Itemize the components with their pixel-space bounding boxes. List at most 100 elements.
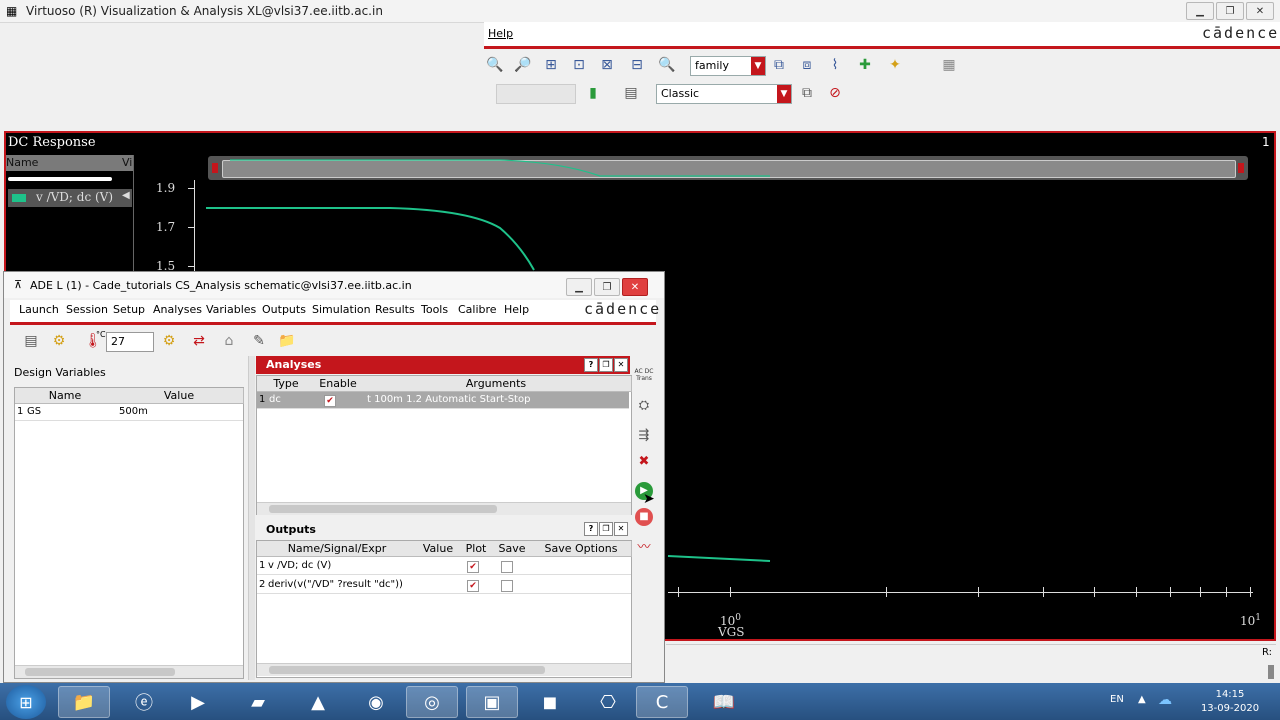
analysis-enable-checkbox[interactable]: ✔ <box>324 395 336 407</box>
design-variables-label: Design Variables <box>14 366 106 379</box>
menu-outputs[interactable]: Outputs <box>262 303 306 316</box>
edit-icon[interactable]: ✎ <box>248 330 270 352</box>
ade-menu-bar: Launch Session Setup Analyses Variables … <box>10 300 659 325</box>
analyses-hscroll[interactable] <box>257 502 631 515</box>
out-col-name: Name/Signal/Expr <box>257 541 418 557</box>
table-row[interactable]: 1 dc ✔ t 100m 1.2 Automatic Start-Stop <box>257 392 629 409</box>
stop-simulation-icon[interactable]: ■ <box>633 506 655 528</box>
dv-hscroll-thumb[interactable] <box>25 668 175 676</box>
ade-title-bar: ⊼ ADE L (1) - Cade_tutorials CS_Analysis… <box>4 272 664 298</box>
menu-session[interactable]: Session <box>66 303 108 316</box>
outputs-hscroll-thumb[interactable] <box>269 666 545 674</box>
x-tick <box>730 587 731 597</box>
outputs-hscroll[interactable] <box>257 663 631 676</box>
open-folder-icon[interactable]: 📁 <box>276 330 298 352</box>
out-col-save-options: Save Options <box>531 541 632 557</box>
close-icon[interactable]: ✕ <box>614 358 628 372</box>
temperature-input[interactable]: 27 <box>106 332 154 352</box>
table-row[interactable]: 1 v /VD; dc (V) ✔ <box>257 558 631 575</box>
analyses-table: Type Enable Arguments 1 dc ✔ t 100m 1.2 … <box>256 375 632 515</box>
choose-simulator-icon[interactable]: ⇄ <box>188 330 210 352</box>
output-plot-checkbox[interactable]: ✔ <box>467 580 479 592</box>
trace-line-lower <box>667 555 771 562</box>
row-index: 1 <box>17 406 24 417</box>
row-index: 2 <box>259 579 266 590</box>
x-tick <box>1200 587 1201 597</box>
menu-setup[interactable]: Setup <box>113 303 145 316</box>
tray-clock[interactable]: 14:15 13-09-2020 <box>1200 688 1260 716</box>
session-icon[interactable]: ▤ <box>20 330 42 352</box>
taskbar-book-icon[interactable]: 📖 <box>698 686 750 718</box>
start-button[interactable]: ⊞ <box>6 685 46 719</box>
taskbar-matlab-icon[interactable]: ▲ <box>292 686 344 718</box>
x-tick <box>678 587 679 597</box>
x-tick <box>1136 587 1137 597</box>
model-library-icon[interactable]: ⚙ <box>158 330 180 352</box>
menu-calibre[interactable]: Calibre <box>458 303 497 316</box>
taskbar-chrome-icon[interactable]: ◎ <box>406 686 458 718</box>
an-col-enable: Enable <box>315 376 362 392</box>
save-state-icon[interactable]: ⌂ <box>218 330 240 352</box>
output-save-checkbox[interactable] <box>501 580 513 592</box>
setup-outputs-icon[interactable]: ⇶ <box>633 424 655 446</box>
dv-hscroll[interactable] <box>15 665 243 678</box>
x-tick <box>978 587 979 597</box>
taskbar-ie-icon[interactable]: ⓔ <box>118 686 170 718</box>
dv-col-value: Value <box>115 388 244 404</box>
taskbar-cadence-icon[interactable]: C <box>636 686 688 718</box>
ade-close-button[interactable]: ✕ <box>622 278 648 296</box>
onedrive-icon[interactable]: ☁ <box>1158 692 1172 708</box>
taskbar-media-player-icon[interactable]: ▶ <box>172 686 224 718</box>
close-icon[interactable]: ✕ <box>614 522 628 536</box>
out-col-plot: Plot <box>459 541 494 557</box>
temperature-value: 27 <box>111 335 125 348</box>
plot-outputs-icon[interactable]: 〰 <box>633 534 655 556</box>
analyses-hscroll-thumb[interactable] <box>269 505 497 513</box>
x-axis <box>668 592 1253 593</box>
menu-help[interactable]: Help <box>504 303 529 316</box>
table-row[interactable]: 2 deriv(v("/VD" ?result "dc")) ✔ <box>257 577 631 594</box>
tray-language[interactable]: EN <box>1110 694 1124 705</box>
float-icon[interactable]: ❐ <box>599 358 613 372</box>
output-name-cell: v /VD; dc (V) <box>268 560 332 571</box>
viz-status-bar: R: <box>666 644 1276 663</box>
choose-analyses-label: AC DC Trans <box>634 368 654 382</box>
table-row[interactable]: 1 GS 500m <box>15 404 243 421</box>
menu-results[interactable]: Results <box>375 303 415 316</box>
out-col-save: Save <box>493 541 532 557</box>
trace-line-upper <box>206 207 535 271</box>
output-save-checkbox[interactable] <box>501 561 513 573</box>
viz-vertical-scroll[interactable] <box>1268 665 1274 679</box>
taskbar-notes-icon[interactable]: ▰ <box>232 686 284 718</box>
design-variables-table: Name Value 1 GS 500m <box>14 387 244 679</box>
output-plot-checkbox[interactable]: ✔ <box>467 561 479 573</box>
dv-name-cell: GS <box>27 406 42 417</box>
load-state-icon[interactable]: ⚙ <box>48 330 70 352</box>
menu-analyses[interactable]: Analyses <box>153 303 202 316</box>
ade-cadence-logo: cādence <box>584 300 662 318</box>
help-icon[interactable]: ? <box>584 522 598 536</box>
mouse-cursor-icon: ➤ <box>643 491 655 507</box>
edit-variables-icon[interactable]: ⛭ <box>633 394 655 416</box>
taskbar-acrobat-icon[interactable]: ⎔ <box>582 686 634 718</box>
taskbar-firefox-icon[interactable]: ◉ <box>350 686 402 718</box>
choose-analyses-icon[interactable]: AC DC Trans <box>633 364 655 386</box>
menu-variables[interactable]: Variables <box>206 303 256 316</box>
row-index: 1 <box>259 394 266 405</box>
pane-splitter[interactable] <box>248 356 255 680</box>
out-col-value: Value <box>417 541 460 557</box>
float-icon[interactable]: ❐ <box>599 522 613 536</box>
tray-expand-icon[interactable]: ▲ <box>1138 694 1146 705</box>
help-icon[interactable]: ? <box>584 358 598 372</box>
taskbar-zoom-icon[interactable]: ◼ <box>524 686 576 718</box>
menu-launch[interactable]: Launch <box>19 303 59 316</box>
taskbar-terminal-icon[interactable]: ▣ <box>466 686 518 718</box>
ade-minimize-button[interactable]: ▁ <box>566 278 592 296</box>
ade-maximize-button[interactable]: ❐ <box>594 278 620 296</box>
dv-col-name: Name <box>15 388 116 404</box>
dv-value-cell: 500m <box>119 406 148 417</box>
menu-simulation[interactable]: Simulation <box>312 303 371 316</box>
taskbar-file-explorer-icon[interactable]: 📁 <box>58 686 110 718</box>
menu-tools[interactable]: Tools <box>421 303 448 316</box>
delete-icon[interactable]: ✖ <box>633 450 655 472</box>
